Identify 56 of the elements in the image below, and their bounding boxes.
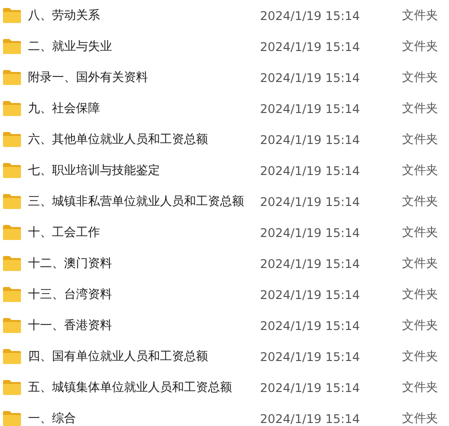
modified-date: 2024/1/19 15:14 (260, 70, 361, 84)
file-type: 文件夹 (402, 379, 439, 396)
folder-icon (3, 318, 21, 333)
folder-name[interactable]: 十一、香港资料 (24, 317, 260, 334)
folder-name[interactable]: 八、劳动关系 (24, 7, 260, 24)
folder-name[interactable]: 二、就业与失业 (24, 38, 260, 55)
folder-name[interactable]: 一、综合 (24, 410, 260, 426)
file-type: 文件夹 (402, 162, 439, 179)
folder-name[interactable]: 九、社会保障 (24, 100, 260, 117)
modified-date: 2024/1/19 15:14 (260, 256, 361, 270)
folder-icon (3, 194, 21, 209)
file-type: 文件夹 (402, 286, 439, 303)
file-type: 文件夹 (402, 317, 439, 334)
modified-date: 2024/1/19 15:14 (260, 226, 361, 240)
folder-icon (3, 70, 21, 85)
folder-icon (3, 163, 21, 178)
folder-name[interactable]: 四、国有单位就业人员和工资总额 (24, 348, 260, 365)
folder-icon (3, 349, 21, 364)
modified-date: 2024/1/19 15:14 (260, 102, 361, 116)
folder-icon (3, 380, 21, 395)
modified-date: 2024/1/19 15:14 (260, 412, 361, 426)
file-type: 文件夹 (402, 131, 439, 148)
modified-date: 2024/1/19 15:14 (260, 132, 361, 146)
modified-date: 2024/1/19 15:14 (260, 288, 361, 302)
file-type: 文件夹 (402, 100, 439, 117)
folder-name[interactable]: 附录一、国外有关资料 (24, 69, 260, 86)
folder-icon (3, 8, 21, 23)
file-type: 文件夹 (402, 348, 439, 365)
modified-date: 2024/1/19 15:14 (260, 194, 361, 208)
file-type: 文件夹 (402, 410, 439, 426)
modified-date: 2024/1/19 15:14 (260, 164, 361, 178)
folder-icon (3, 256, 21, 271)
folder-icon (3, 225, 21, 240)
modified-date: 2024/1/19 15:14 (260, 40, 361, 54)
folder-name[interactable]: 六、其他单位就业人员和工资总额 (24, 131, 260, 148)
modified-date: 2024/1/19 15:14 (260, 318, 361, 332)
folder-name[interactable]: 七、职业培训与技能鉴定 (24, 162, 260, 179)
folder-name[interactable]: 十三、台湾资料 (24, 286, 260, 303)
file-type: 文件夹 (402, 69, 439, 86)
folder-name[interactable]: 十、工会工作 (24, 224, 260, 241)
file-type: 文件夹 (402, 7, 439, 24)
file-type: 文件夹 (402, 224, 439, 241)
folder-icon (3, 132, 21, 147)
file-type: 文件夹 (402, 38, 439, 55)
folder-name[interactable]: 十二、澳门资料 (24, 255, 260, 272)
modified-date: 2024/1/19 15:14 (260, 350, 361, 364)
file-type: 文件夹 (402, 193, 439, 210)
folder-icon (3, 411, 21, 426)
file-type: 文件夹 (402, 255, 439, 272)
folder-icon (3, 39, 21, 54)
modified-date: 2024/1/19 15:14 (260, 8, 361, 22)
folder-icon (3, 101, 21, 116)
modified-date: 2024/1/19 15:14 (260, 380, 361, 394)
folder-name[interactable]: 五、城镇集体单位就业人员和工资总额 (24, 379, 260, 396)
folder-icon (3, 287, 21, 302)
folder-name[interactable]: 三、城镇非私营单位就业人员和工资总额 (24, 193, 260, 210)
